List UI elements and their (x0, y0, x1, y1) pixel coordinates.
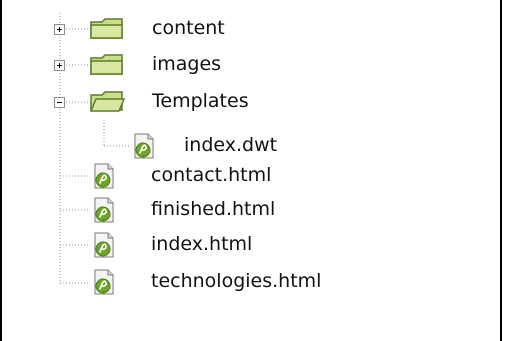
folder-label: content (152, 17, 225, 39)
folder-icon (90, 54, 123, 75)
dreamweaver-template-file-icon (134, 133, 154, 159)
expand-icon[interactable] (54, 24, 65, 35)
collapse-icon[interactable] (54, 97, 65, 108)
open-folder-icon (89, 91, 126, 112)
file-label: contact.html (151, 164, 272, 186)
folder-label: images (152, 53, 222, 75)
expand-icon[interactable] (54, 60, 65, 71)
folder-label: Templates (152, 90, 249, 112)
file-label: technologies.html (151, 270, 322, 292)
dreamweaver-file-icon (94, 232, 114, 258)
file-label: finished.html (151, 198, 276, 220)
folder-icon (90, 18, 123, 39)
dreamweaver-file-icon (94, 197, 114, 223)
file-label: index.html (151, 233, 253, 255)
dreamweaver-file-icon (94, 163, 114, 189)
dreamweaver-file-icon (94, 269, 114, 295)
file-tree-panel: content images Templates index.dwt conta… (0, 0, 502, 341)
file-label: index.dwt (184, 134, 278, 156)
